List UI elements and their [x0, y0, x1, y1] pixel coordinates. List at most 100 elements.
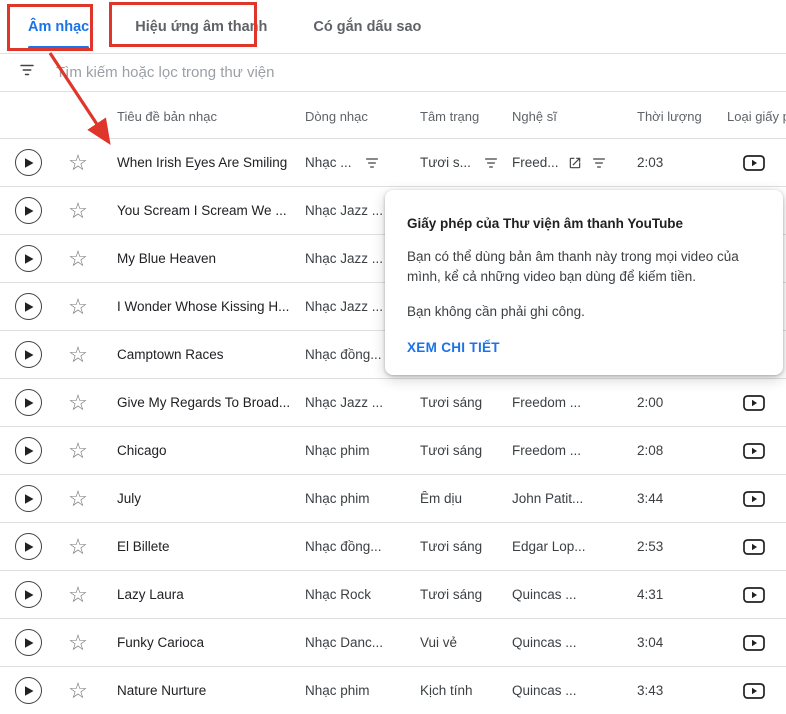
star-icon[interactable]: ☆ — [68, 200, 88, 222]
track-duration: 2:00 — [637, 395, 663, 410]
star-cell: ☆ — [56, 584, 100, 606]
license-icon[interactable] — [743, 491, 765, 507]
track-duration: 2:03 — [637, 155, 663, 170]
license-icon[interactable] — [743, 539, 765, 555]
star-icon[interactable]: ☆ — [68, 248, 88, 270]
track-mood: Tươi sáng — [420, 395, 482, 410]
tab-sound-effects[interactable]: Hiệu ứng âm thanh — [135, 0, 267, 53]
play-button[interactable] — [15, 677, 42, 704]
view-details-link[interactable]: XEM CHI TIẾT — [407, 340, 500, 355]
track-artist: Freedom ... — [512, 395, 581, 410]
play-button[interactable] — [15, 629, 42, 656]
star-cell: ☆ — [56, 392, 100, 414]
table-row[interactable]: ☆ When Irish Eyes Are Smiling Nhạc ... T… — [0, 139, 786, 187]
track-genre: Nhạc đồng... — [305, 539, 382, 554]
star-icon[interactable]: ☆ — [68, 392, 88, 414]
track-genre: Nhạc Jazz ... — [305, 203, 383, 218]
track-duration: 2:53 — [637, 539, 663, 554]
track-genre: Nhạc phim — [305, 491, 370, 506]
play-cell — [0, 245, 56, 272]
audio-library-page: Âm nhạc Hiệu ứng âm thanh Có gắn dấu sao… — [0, 0, 786, 714]
track-genre: Nhạc đồng... — [305, 347, 382, 362]
license-icon[interactable] — [743, 635, 765, 651]
play-button[interactable] — [15, 197, 42, 224]
column-header-title: Tiêu đề bản nhạc — [100, 107, 300, 124]
license-cell — [722, 395, 786, 411]
track-title: Chicago — [117, 443, 167, 458]
star-cell: ☆ — [56, 488, 100, 510]
play-cell — [0, 389, 56, 416]
star-icon[interactable]: ☆ — [68, 680, 88, 702]
star-cell: ☆ — [56, 536, 100, 558]
play-cell — [0, 485, 56, 512]
play-button[interactable] — [15, 437, 42, 464]
track-artist: Quincas ... — [512, 683, 577, 698]
track-title: Nature Nurture — [117, 683, 206, 698]
open-in-new-icon[interactable] — [568, 156, 582, 170]
license-icon[interactable] — [743, 395, 765, 411]
tab-starred[interactable]: Có gắn dấu sao — [313, 0, 421, 53]
track-genre: Nhạc Jazz ... — [305, 395, 383, 410]
track-genre: Nhạc Rock — [305, 587, 371, 602]
star-icon[interactable]: ☆ — [68, 440, 88, 462]
column-header-mood: Tâm trạng — [415, 107, 507, 124]
table-row[interactable]: ☆ Chicago Nhạc phim Tươi sáng Freedom ..… — [0, 427, 786, 475]
filter-mood-icon[interactable] — [483, 155, 499, 171]
play-button[interactable] — [15, 581, 42, 608]
track-duration: 4:31 — [637, 587, 663, 602]
star-icon[interactable]: ☆ — [68, 344, 88, 366]
license-icon[interactable] — [743, 155, 765, 171]
play-button[interactable] — [15, 533, 42, 560]
play-button[interactable] — [15, 149, 42, 176]
play-button[interactable] — [15, 245, 42, 272]
play-cell — [0, 581, 56, 608]
license-cell — [722, 155, 786, 171]
play-button[interactable] — [15, 341, 42, 368]
column-header-genre: Dòng nhạc — [300, 107, 415, 124]
table-row[interactable]: ☆ Give My Regards To Broad... Nhạc Jazz … — [0, 379, 786, 427]
star-icon[interactable]: ☆ — [68, 584, 88, 606]
column-header-duration: Thời lượng — [632, 107, 722, 124]
star-icon[interactable]: ☆ — [68, 296, 88, 318]
track-title: Lazy Laura — [117, 587, 184, 602]
star-icon[interactable]: ☆ — [68, 632, 88, 654]
track-artist: Quincas ... — [512, 635, 577, 650]
track-genre: Nhạc ... — [305, 155, 352, 170]
filter-artist-icon[interactable] — [591, 155, 607, 171]
track-duration: 2:08 — [637, 443, 663, 458]
license-cell — [722, 539, 786, 555]
table-row[interactable]: ☆ Funky Carioca Nhạc Danc... Vui vẻ Quin… — [0, 619, 786, 667]
license-cell — [722, 683, 786, 699]
track-title: July — [117, 491, 141, 506]
table-row[interactable]: ☆ Lazy Laura Nhạc Rock Tươi sáng Quincas… — [0, 571, 786, 619]
tooltip-body-1: Bạn có thể dùng bản âm thanh này trong m… — [407, 247, 759, 288]
star-cell: ☆ — [56, 344, 100, 366]
track-genre: Nhạc Jazz ... — [305, 299, 383, 314]
table-row[interactable]: ☆ July Nhạc phim Êm dịu John Patit... — [0, 475, 786, 523]
license-icon[interactable] — [743, 443, 765, 459]
license-icon[interactable] — [743, 683, 765, 699]
star-cell: ☆ — [56, 440, 100, 462]
star-cell: ☆ — [56, 152, 100, 174]
tab-music[interactable]: Âm nhạc — [28, 0, 89, 53]
table-row[interactable]: ☆ Nature Nurture Nhạc phim Kịch tính Qui… — [0, 667, 786, 714]
star-icon[interactable]: ☆ — [68, 536, 88, 558]
filter-genre-icon[interactable] — [364, 155, 380, 171]
star-icon[interactable]: ☆ — [68, 488, 88, 510]
header-spacer-play — [0, 114, 56, 116]
license-icon[interactable] — [743, 587, 765, 603]
track-artist: John Patit... — [512, 491, 583, 506]
play-button[interactable] — [15, 485, 42, 512]
play-button[interactable] — [15, 389, 42, 416]
play-cell — [0, 197, 56, 224]
play-cell — [0, 629, 56, 656]
play-button[interactable] — [15, 293, 42, 320]
table-row[interactable]: ☆ El Billete Nhạc đồng... Tươi sáng Edga… — [0, 523, 786, 571]
track-artist: Edgar Lop... — [512, 539, 586, 554]
track-mood: Êm dịu — [420, 491, 462, 506]
track-title: El Billete — [117, 539, 170, 554]
track-genre: Nhạc phim — [305, 443, 370, 458]
filter-list-icon[interactable] — [18, 61, 36, 84]
star-icon[interactable]: ☆ — [68, 152, 88, 174]
search-input[interactable] — [56, 64, 768, 81]
